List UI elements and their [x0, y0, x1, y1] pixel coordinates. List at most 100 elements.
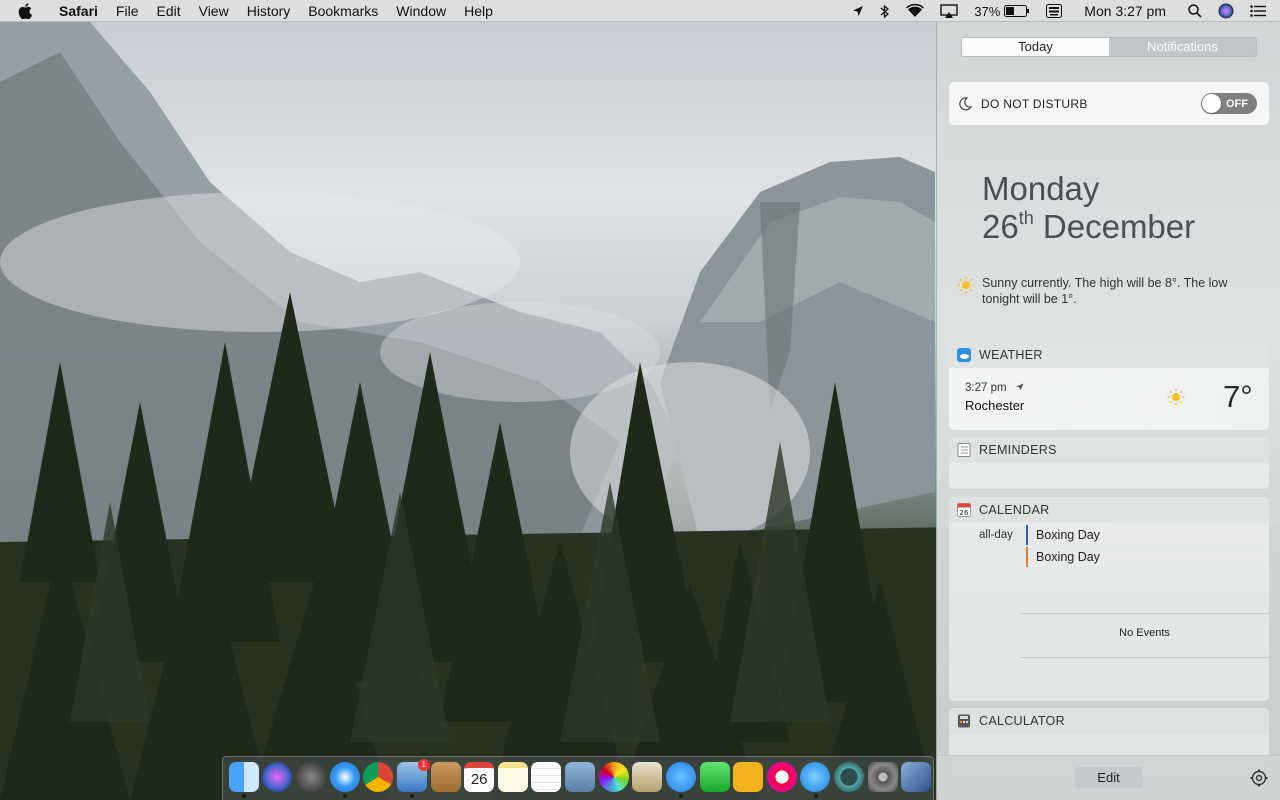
- gear-icon[interactable]: [1250, 769, 1268, 787]
- weather-widget[interactable]: WEATHER 3:27 pm Rochester 7°: [949, 342, 1269, 430]
- date-number: 26: [982, 208, 1019, 245]
- weather-time: 3:27 pm: [965, 382, 1024, 394]
- dock-system-preferences[interactable]: [866, 757, 900, 799]
- weather-city: Rochester: [965, 398, 1025, 413]
- calendar-event[interactable]: Boxing Day: [1026, 547, 1269, 567]
- menu-window[interactable]: Window: [387, 0, 455, 22]
- weather-widget-header: WEATHER: [949, 342, 1269, 368]
- dock-siri[interactable]: [261, 757, 295, 799]
- app-store-icon: [800, 762, 831, 792]
- dock-mail[interactable]: 1: [395, 757, 430, 799]
- dock-app-store[interactable]: [799, 757, 833, 799]
- menu-app-safari[interactable]: Safari: [50, 0, 107, 22]
- dock-contacts[interactable]: [429, 757, 463, 799]
- dock-finder[interactable]: [227, 757, 261, 799]
- toggle-knob: [1202, 94, 1221, 113]
- weather-sun-icon: [1167, 388, 1185, 406]
- weather-time-text: 3:27 pm: [965, 382, 1007, 394]
- messages-icon: [665, 762, 696, 792]
- battery-label: 37%: [974, 3, 1001, 19]
- apple-menu-icon[interactable]: [18, 2, 36, 19]
- dock-photo-booth[interactable]: [631, 757, 665, 799]
- notification-center-footer: Edit: [937, 755, 1280, 800]
- vectorize-icon: [733, 762, 764, 792]
- dock: 1 26: [222, 756, 934, 800]
- keyboard-icon[interactable]: [1038, 0, 1070, 22]
- dock-photos[interactable]: [597, 757, 631, 799]
- moon-icon: [959, 96, 972, 110]
- calendar-event[interactable]: Boxing Day: [1026, 525, 1269, 545]
- date-full: 26th December: [982, 208, 1195, 246]
- running-indicator: [410, 794, 415, 798]
- dock-notes[interactable]: [496, 757, 530, 799]
- calendar-allday-row-1: all-day Boxing Day: [949, 525, 1269, 546]
- calendar-divider: [1020, 657, 1269, 658]
- contacts-icon: [430, 762, 461, 792]
- location-icon[interactable]: [844, 0, 872, 22]
- itunes-icon: [766, 762, 797, 792]
- weather-temperature: 7°: [1223, 379, 1253, 414]
- dock-messages[interactable]: [664, 757, 698, 799]
- menu-bar: Safari File Edit View History Bookmarks …: [0, 0, 1280, 22]
- preview-icon: [565, 762, 596, 792]
- photo-booth-icon: [632, 762, 663, 792]
- reminders-widget-title: REMINDERS: [979, 443, 1057, 457]
- running-indicator: [813, 794, 818, 798]
- spotlight-icon[interactable]: [1180, 0, 1210, 22]
- reminders-widget[interactable]: REMINDERS: [949, 437, 1269, 489]
- siri-icon[interactable]: [1210, 0, 1242, 22]
- date-ordinal: th: [1018, 208, 1034, 228]
- menu-history[interactable]: History: [238, 0, 300, 22]
- menu-bookmarks[interactable]: Bookmarks: [299, 0, 387, 22]
- dock-itunes[interactable]: [765, 757, 799, 799]
- calculator-widget-header: CALCULATOR: [949, 708, 1269, 734]
- calculator-app-icon: [957, 714, 971, 728]
- clock[interactable]: Mon 3:27 pm: [1070, 0, 1180, 22]
- dock-facetime[interactable]: [698, 757, 732, 799]
- weather-summary-text: Sunny currently. The high will be 8°. Th…: [982, 276, 1228, 306]
- dock-calendar[interactable]: 26: [462, 757, 496, 799]
- dock-calendar-date: 26: [470, 771, 488, 788]
- reminders-app-icon: [957, 443, 971, 457]
- date-month: December: [1042, 208, 1196, 245]
- reminders-widget-header: REMINDERS: [949, 437, 1269, 463]
- dock-reminders[interactable]: [530, 757, 564, 799]
- bluetooth-icon[interactable]: [872, 0, 898, 22]
- menu-edit[interactable]: Edit: [147, 0, 189, 22]
- notification-center: Today Notifications DO NOT DISTURB OFF M…: [936, 22, 1280, 800]
- notification-center-icon[interactable]: [1242, 0, 1280, 22]
- do-not-disturb-toggle[interactable]: OFF: [1201, 93, 1257, 114]
- calculator-widget-title: CALCULATOR: [979, 714, 1065, 728]
- tab-today[interactable]: Today: [962, 38, 1109, 56]
- menu-file[interactable]: File: [107, 0, 148, 22]
- tab-notifications[interactable]: Notifications: [1109, 38, 1256, 56]
- wifi-icon[interactable]: [898, 0, 932, 22]
- calendar-allday-row-2: Boxing Day: [949, 547, 1269, 568]
- dock-time-machine[interactable]: [832, 757, 866, 799]
- menu-help[interactable]: Help: [455, 0, 502, 22]
- calendar-icon: 26: [464, 762, 495, 792]
- dock-preview[interactable]: [563, 757, 597, 799]
- safari-icon: [329, 762, 360, 792]
- dock-virtualbox[interactable]: [900, 757, 934, 799]
- do-not-disturb-row: DO NOT DISTURB OFF: [949, 82, 1269, 125]
- chrome-icon: [363, 762, 394, 792]
- today-notifications-segmented-control: Today Notifications: [961, 37, 1257, 57]
- dock-vectorize[interactable]: [731, 757, 765, 799]
- calendar-widget[interactable]: 26 CALENDAR all-day Boxing Day Boxing Da…: [949, 497, 1269, 701]
- menu-view[interactable]: View: [190, 0, 238, 22]
- airplay-icon[interactable]: [932, 0, 966, 22]
- dock-launchpad[interactable]: [294, 757, 328, 799]
- running-indicator: [679, 794, 684, 798]
- sun-icon: [957, 276, 975, 294]
- battery-percent[interactable]: 37%: [966, 0, 1038, 22]
- dock-safari[interactable]: [328, 757, 362, 799]
- running-indicator: [242, 794, 246, 798]
- time-machine-icon: [834, 762, 865, 792]
- dock-chrome[interactable]: [362, 757, 396, 799]
- finder-icon: [228, 762, 259, 792]
- calendar-widget-header: 26 CALENDAR: [949, 497, 1269, 523]
- edit-button[interactable]: Edit: [1075, 767, 1142, 788]
- calendar-divider: [1020, 613, 1269, 614]
- date-day: Monday: [982, 170, 1100, 207]
